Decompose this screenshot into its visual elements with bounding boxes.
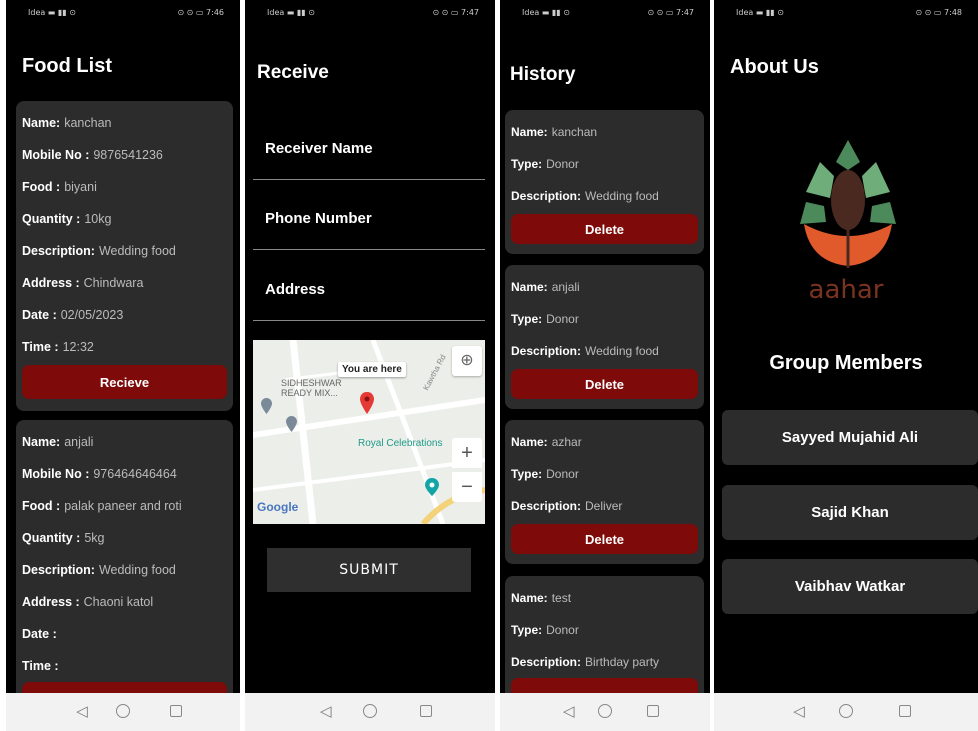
aahar-logo: [800, 140, 896, 268]
food-row: Food : palak paneer and roti: [22, 499, 182, 513]
name-row: Name: anjali: [22, 435, 94, 449]
food-card: Name: kanchan Mobile No :9876541236 Food …: [16, 101, 233, 411]
status-right: ⊙ ⊙ ▭ 7:48: [915, 8, 962, 17]
description-row: Description: Wedding food: [511, 189, 659, 203]
phone-number-field[interactable]: Phone Number: [253, 180, 485, 250]
zoom-in-icon[interactable]: +: [452, 438, 482, 468]
food-card: Name: anjali Mobile No :976464646464 Food…: [16, 420, 233, 702]
status-bar: Idea ▬ ▮▮ ⊙ ⊙ ⊙ ▭ 7:46: [6, 8, 240, 22]
address-row: Address : Chindwara: [22, 276, 144, 290]
zoom-out-icon[interactable]: −: [452, 472, 482, 502]
history-card: Name: kanchan Type: Donor Description: Wedd…: [505, 110, 704, 254]
system-nav-bar: ◁: [714, 693, 978, 731]
food-row: Food : biyani: [22, 180, 97, 194]
description-row: Description: Wedding food: [22, 563, 176, 577]
home-circle-icon[interactable]: [116, 704, 130, 718]
recent-square-icon[interactable]: [169, 705, 182, 717]
page-title: History: [510, 64, 576, 85]
receive-screen: Idea ▬ ▮▮ ⊙ ⊙ ⊙ ▭ 7:47 Receive Receiver …: [245, 0, 495, 731]
system-nav-bar: ◁: [245, 693, 495, 731]
submit-button[interactable]: SUBMIT: [267, 548, 471, 592]
poi-pin-teal-icon: [425, 478, 439, 496]
receiver-name-field[interactable]: Receiver Name: [253, 110, 485, 180]
time-row: Time :: [22, 659, 59, 673]
history-screen: Idea ▬ ▮▮ ⊙ ⊙ ⊙ ▭ 7:47 History Name: kanc…: [500, 0, 710, 731]
home-circle-icon[interactable]: [598, 704, 612, 718]
history-card: Name: anjali Type: Donor Description: Weddi…: [505, 265, 704, 409]
brand-name: aahar: [808, 275, 884, 305]
status-bar: Idea ▬ ▮▮ ⊙ ⊙ ⊙ ▭ 7:48: [714, 8, 978, 22]
description-row: Description: Wedding food: [22, 244, 176, 258]
recent-square-icon[interactable]: [647, 705, 659, 717]
delete-button[interactable]: Delete: [511, 524, 698, 554]
home-circle-icon[interactable]: [363, 704, 377, 718]
member-item: Sajid Khan: [722, 485, 978, 540]
status-right: ⊙ ⊙ ▭ 7:46: [177, 8, 224, 17]
address-row: Address : Chaoni katol: [22, 595, 154, 609]
name-row: Name: azhar: [511, 435, 582, 449]
description-row: Description: Deliver: [511, 499, 623, 513]
receiver-name-placeholder: Receiver Name: [265, 140, 373, 157]
description-row: Description: Wedding food: [511, 344, 659, 358]
page-title: Receive: [257, 62, 329, 83]
receive-button[interactable]: Recieve: [22, 365, 227, 399]
gps-locate-icon[interactable]: ⊕: [452, 346, 482, 376]
quantity-row: Quantity :5kg: [22, 531, 105, 545]
description-row: Description: Birthday party: [511, 655, 660, 669]
type-row: Type: Donor: [511, 312, 579, 326]
poi-pin-icon: [261, 398, 272, 414]
poi-pin-icon: [286, 416, 297, 432]
name-row: Name: anjali: [511, 280, 580, 294]
status-left: Idea ▬ ▮▮ ⊙: [267, 8, 315, 17]
address-placeholder: Address: [265, 281, 326, 298]
phone-number-placeholder: Phone Number: [265, 210, 372, 227]
food-list-screen: Idea ▬ ▮▮ ⊙ ⊙ ⊙ ▭ 7:46 Food List Name: ka…: [6, 0, 240, 731]
mobile-row: Mobile No :9876541236: [22, 148, 163, 162]
name-row: Name: kanchan: [511, 125, 598, 139]
status-left: Idea ▬ ▮▮ ⊙: [28, 8, 76, 17]
location-pin-icon: [360, 392, 374, 414]
system-nav-bar: ◁: [500, 693, 710, 731]
group-members-heading: Group Members: [769, 352, 923, 374]
poi-sidheshwar: SIDHESHWAR READY MIX...: [281, 378, 342, 398]
page-title: About Us: [730, 56, 819, 78]
poi-royal-celebrations: Royal Celebrations: [358, 438, 443, 449]
recent-square-icon[interactable]: [898, 705, 911, 717]
back-triangle-icon[interactable]: ◁: [563, 703, 575, 719]
member-item: Vaibhav Watkar: [722, 559, 978, 614]
name-row: Name: kanchan: [22, 116, 112, 130]
back-triangle-icon[interactable]: ◁: [793, 703, 805, 719]
mobile-row: Mobile No :976464646464: [22, 467, 177, 481]
type-row: Type: Donor: [511, 467, 579, 481]
status-left: Idea ▬ ▮▮ ⊙: [736, 8, 784, 17]
date-row: Date :02/05/2023: [22, 308, 124, 322]
type-row: Type: Donor: [511, 157, 579, 171]
status-left: Idea ▬ ▮▮ ⊙: [522, 8, 570, 17]
map-view[interactable]: You are here SIDHESHWAR READY MIX... Roy…: [253, 340, 485, 524]
type-row: Type: Donor: [511, 623, 579, 637]
delete-button[interactable]: Delete: [511, 214, 698, 244]
about-screen: Idea ▬ ▮▮ ⊙ ⊙ ⊙ ▭ 7:48 About Us aahar Gr…: [714, 0, 978, 731]
name-row: Name: test: [511, 591, 572, 605]
time-row: Time :12:32: [22, 340, 94, 354]
status-bar: Idea ▬ ▮▮ ⊙ ⊙ ⊙ ▭ 7:47: [245, 8, 495, 22]
home-circle-icon[interactable]: [839, 704, 853, 718]
system-nav-bar: ◁: [6, 693, 240, 731]
recent-square-icon[interactable]: [420, 705, 432, 717]
address-field[interactable]: Address: [253, 251, 485, 321]
status-right: ⊙ ⊙ ▭ 7:47: [647, 8, 694, 17]
member-item: Sayyed Mujahid Ali: [722, 410, 978, 465]
page-title: Food List: [22, 55, 112, 77]
you-are-here-label: You are here: [338, 362, 406, 377]
status-bar: Idea ▬ ▮▮ ⊙ ⊙ ⊙ ▭ 7:47: [500, 8, 710, 22]
back-triangle-icon[interactable]: ◁: [320, 703, 332, 719]
delete-button[interactable]: Delete: [511, 369, 698, 399]
history-card: Name: test Type: Donor Description: Birthda…: [505, 576, 704, 706]
date-row: Date :: [22, 627, 57, 641]
status-right: ⊙ ⊙ ▭ 7:47: [432, 8, 479, 17]
quantity-row: Quantity :10kg: [22, 212, 112, 226]
history-card: Name: azhar Type: Donor Description: Delive…: [505, 420, 704, 564]
google-logo: Google: [257, 500, 299, 514]
back-triangle-icon[interactable]: ◁: [76, 703, 88, 719]
